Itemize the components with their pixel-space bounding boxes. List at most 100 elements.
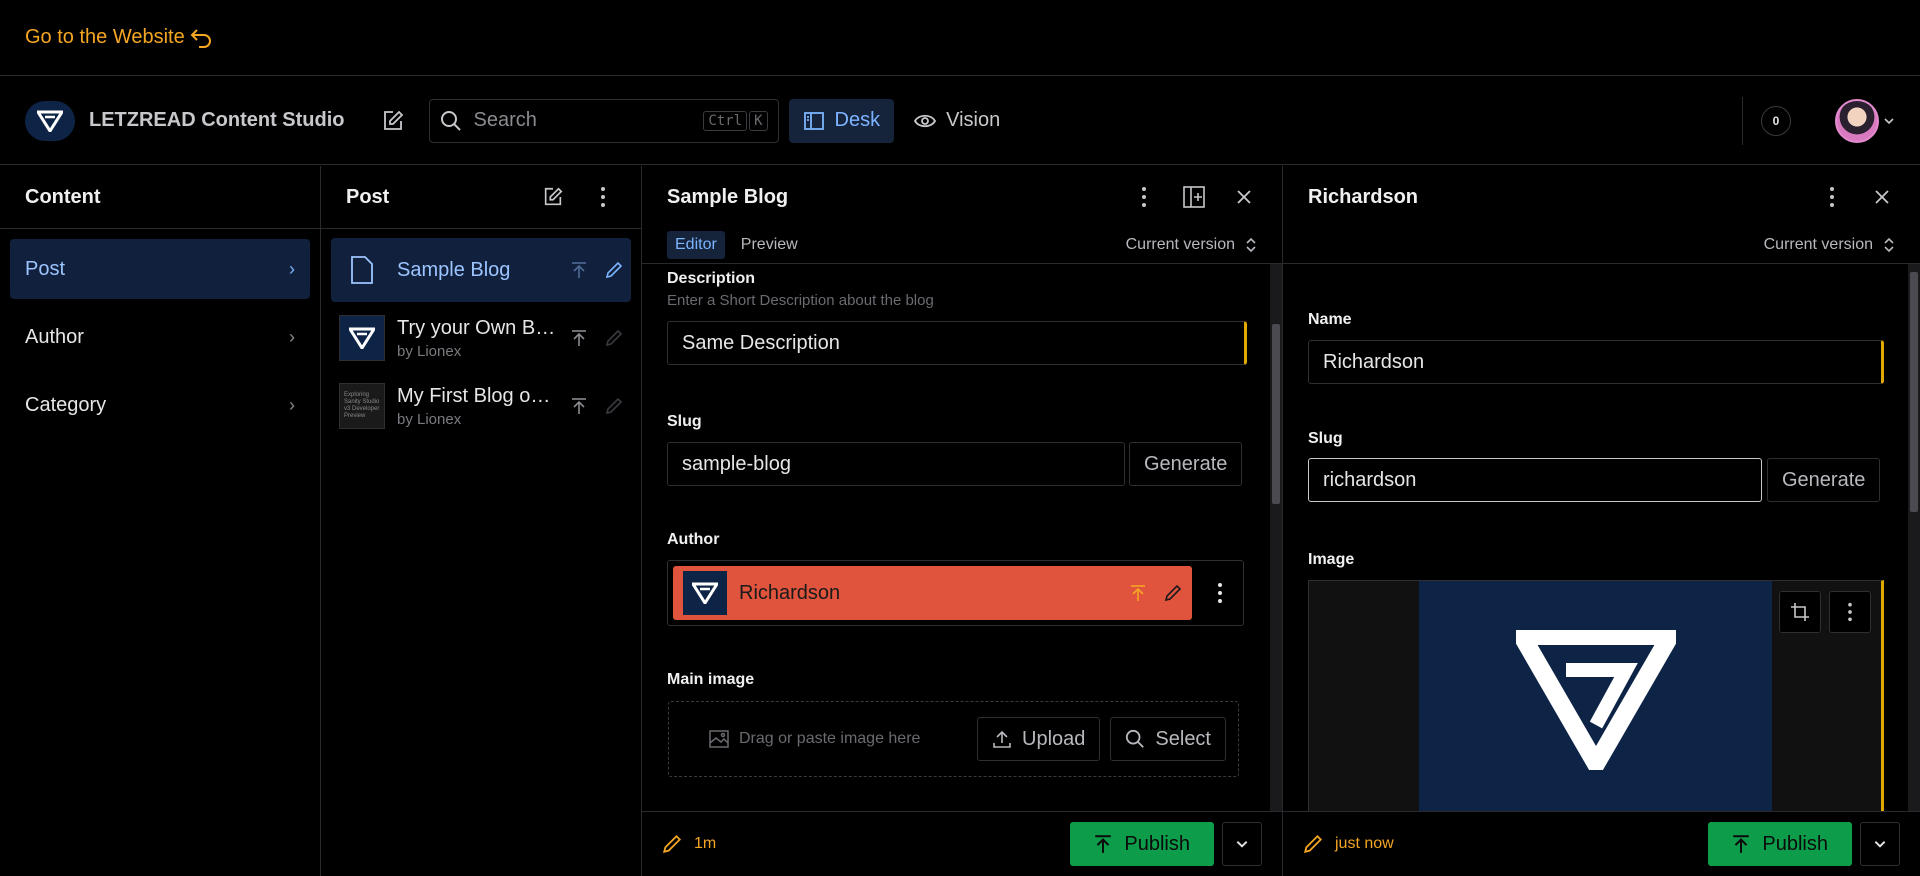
editor-form: Description Enter a Short Description ab… — [642, 263, 1282, 811]
scrollbar-thumb[interactable] — [1272, 324, 1280, 504]
editor-footer: 1m Publish — [642, 811, 1282, 876]
go-to-website-link[interactable]: Go to the Website — [25, 26, 215, 50]
document-menu-button[interactable] — [1819, 184, 1845, 210]
notification-counter[interactable]: 0 — [1761, 105, 1791, 136]
generate-slug-button[interactable]: Generate — [1129, 442, 1243, 486]
author-reference-chip[interactable]: Richardson — [673, 566, 1192, 620]
post-list-pane: Post Sample Blog Try your Own Blog by Li… — [321, 166, 642, 876]
image-menu-button[interactable] — [1829, 591, 1871, 633]
chevron-up-down-icon — [1246, 237, 1256, 253]
create-post-button[interactable] — [540, 184, 566, 210]
desk-tool-button[interactable]: Desk — [788, 98, 895, 143]
content-item-category[interactable]: Category › — [10, 375, 310, 435]
description-input[interactable]: Same Description — [667, 321, 1247, 365]
post-list: Sample Blog Try your Own Blog by Lionex … — [321, 228, 641, 451]
chevron-down-icon — [1874, 841, 1886, 848]
document-menu-button[interactable] — [1131, 184, 1157, 210]
edit-time: just now — [1335, 835, 1394, 852]
author-reference-field: Richardson — [667, 560, 1244, 626]
select-image-button[interactable]: Select — [1110, 717, 1226, 761]
divider — [1742, 96, 1743, 145]
chevron-down-icon — [1236, 841, 1248, 848]
version-selector[interactable]: Current version — [1126, 236, 1257, 254]
content-item-author[interactable]: Author › — [10, 307, 310, 367]
editor-tabs: Editor Preview Current version — [642, 228, 1282, 262]
search-input[interactable]: Search Ctrl K — [428, 98, 779, 143]
document-title: Sample Blog — [667, 185, 789, 208]
scrollbar-thumb[interactable] — [1910, 272, 1918, 512]
publish-options-button[interactable] — [1222, 822, 1262, 866]
content-pane-header: Content — [0, 166, 320, 228]
editor-scrollbar[interactable] — [1270, 264, 1282, 811]
name-input[interactable]: Richardson — [1308, 340, 1884, 384]
author-menu-button[interactable] — [1202, 580, 1238, 606]
publish-arrow-icon — [1733, 835, 1750, 853]
post-pane-header: Post — [321, 166, 641, 228]
split-pane-icon — [1183, 186, 1205, 208]
list-item-label: Post — [25, 257, 66, 280]
edit-status: just now — [1303, 834, 1394, 854]
post-thumbnail — [339, 315, 385, 361]
content-pane: Content Post › Author › Category › — [0, 166, 321, 876]
author-scrollbar[interactable] — [1908, 264, 1920, 811]
compose-icon — [544, 187, 563, 206]
editor-pane-header: Sample Blog — [642, 166, 1282, 228]
desk-label: Desk — [834, 109, 881, 131]
publish-button[interactable]: Publish — [1708, 822, 1852, 866]
upload-icon — [993, 730, 1011, 748]
publish-label: Publish — [1762, 832, 1828, 855]
edit-pencil-icon — [605, 397, 623, 415]
tab-editor[interactable]: Editor — [667, 231, 725, 259]
thumbnail-text: Exploring Sanity Studio v3 Developer Pre… — [344, 391, 380, 420]
kbd-ctrl: Ctrl — [703, 110, 748, 131]
post-pane-menu-button[interactable] — [590, 184, 616, 210]
studio-title: LETZREAD Content Studio — [89, 109, 345, 131]
vision-tool-button[interactable]: Vision — [900, 99, 1014, 143]
close-pane-button[interactable] — [1231, 184, 1257, 210]
edit-pencil-icon[interactable] — [1164, 584, 1182, 602]
new-document-button[interactable] — [375, 103, 411, 139]
chevron-right-icon: › — [289, 326, 295, 347]
slug-input[interactable]: richardson — [1308, 458, 1762, 502]
more-vertical-icon — [601, 187, 605, 207]
publish-options-button[interactable] — [1860, 822, 1900, 866]
dropzone-text: Drag or paste image here — [739, 730, 921, 747]
author-footer: just now Publish — [1283, 811, 1920, 876]
close-icon — [1875, 190, 1889, 204]
generate-slug-button[interactable]: Generate — [1767, 458, 1881, 502]
edit-time: 1m — [694, 835, 717, 852]
split-pane-button[interactable] — [1181, 184, 1207, 210]
studio-navbar: LETZREAD Content Studio Search Ctrl K De… — [0, 77, 1920, 165]
publish-button[interactable]: Publish — [1070, 822, 1214, 866]
image-preview — [1308, 580, 1884, 811]
post-title: Sample Blog — [397, 258, 511, 281]
list-item[interactable]: Try your Own Blog by Lionex — [331, 306, 631, 370]
studio-brand[interactable]: LETZREAD Content Studio — [25, 100, 345, 141]
compose-icon — [383, 110, 403, 130]
post-thumbnail: Exploring Sanity Studio v3 Developer Pre… — [339, 383, 385, 429]
avatar — [1835, 98, 1879, 143]
back-link-label: Go to the Website — [25, 26, 185, 48]
publish-arrow-icon — [572, 262, 586, 278]
description-field: Description Enter a Short Description ab… — [667, 270, 934, 309]
author-tabs-row: Current version — [1283, 228, 1920, 262]
upload-button[interactable]: Upload — [977, 717, 1101, 761]
version-selector[interactable]: Current version — [1764, 236, 1895, 254]
keyboard-shortcut: Ctrl K — [703, 110, 768, 131]
list-item[interactable]: Exploring Sanity Studio v3 Developer Pre… — [331, 374, 631, 438]
author-form: Name Richardson Slug richardson Generate… — [1283, 263, 1920, 811]
field-label: Main image — [667, 671, 755, 688]
user-menu[interactable] — [1835, 98, 1895, 143]
close-pane-button[interactable] — [1869, 184, 1895, 210]
image-dropzone[interactable]: Drag or paste image here Upload Select — [668, 701, 1239, 777]
chevron-down-icon — [1884, 117, 1894, 124]
field-label: Slug — [667, 413, 702, 430]
slug-input[interactable]: sample-blog — [667, 442, 1125, 486]
document-title: Richardson — [1308, 185, 1419, 208]
crop-button[interactable] — [1779, 591, 1821, 633]
tab-preview[interactable]: Preview — [733, 231, 806, 259]
field-label: Slug — [1308, 430, 1343, 447]
list-item[interactable]: Sample Blog — [331, 238, 631, 302]
edit-status: 1m — [662, 834, 716, 854]
content-item-post[interactable]: Post › — [10, 239, 310, 299]
